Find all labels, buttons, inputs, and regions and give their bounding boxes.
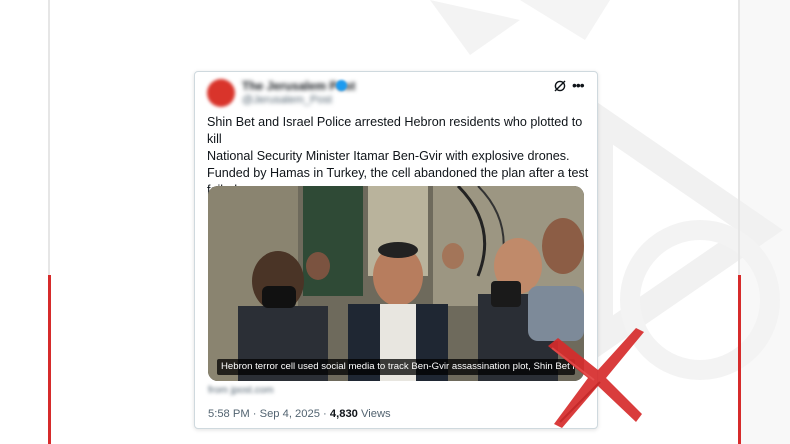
- red-x-mark: [548, 328, 644, 428]
- tweet-text-line: National Security Minister Itamar Ben-Gv…: [207, 149, 570, 163]
- tweet-text-line: Shin Bet and Israel Police arrested Hebr…: [207, 115, 583, 146]
- accent-line-left: [48, 275, 51, 444]
- tweet-card[interactable]: The Jerusalem Post @Jerusalem_Post ••• S…: [194, 71, 598, 429]
- link-domain[interactable]: from jpost.com: [208, 385, 274, 396]
- timestamp[interactable]: 5:58 PM · Sep 4, 2025: [208, 408, 320, 420]
- tweet-meta: 5:58 PM · Sep 4, 2025 · 4,830 Views: [208, 408, 391, 420]
- views-count: 4,830: [329, 408, 358, 420]
- verified-badge-icon: [336, 80, 347, 91]
- account-handle[interactable]: @Jerusalem_Post: [242, 94, 332, 106]
- more-options-icon[interactable]: •••: [572, 77, 585, 93]
- accent-line-right: [738, 275, 741, 444]
- media-caption: Hebron terror cell used social media to …: [217, 359, 575, 375]
- grok-icon[interactable]: [553, 79, 567, 93]
- tweet-text-line: Funded by Hamas in Turkey, the cell aban…: [207, 166, 589, 180]
- frame-line-right: [738, 0, 740, 275]
- avatar[interactable]: [207, 79, 235, 107]
- frame-line-left: [48, 0, 50, 275]
- views-label: Views: [357, 408, 391, 420]
- tweet-media-photo[interactable]: Hebron terror cell used social media to …: [208, 186, 584, 381]
- meta-separator: ·: [319, 408, 330, 420]
- news-photo: [208, 186, 584, 381]
